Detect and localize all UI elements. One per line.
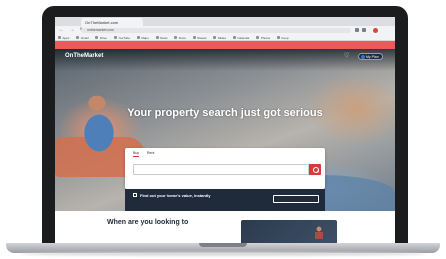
tab-buy[interactable]: Buy xyxy=(133,151,140,157)
section-heading: When are you looking to xyxy=(107,219,189,226)
valuation-panel: Find out your home's value, instantly xyxy=(125,189,325,211)
bookmark-item[interactable]: Sheets xyxy=(193,36,206,40)
laptop-shadow xyxy=(20,252,426,256)
promo-person-image xyxy=(315,226,323,239)
bookmark-item[interactable]: Docs xyxy=(174,36,186,40)
extension-icon[interactable] xyxy=(362,28,366,32)
browser-toolbar: ← → ↻ onthemarket.com xyxy=(55,26,395,34)
below-fold-section: When are you looking to xyxy=(55,211,395,243)
browser-tabstrip: OnTheMarket.com xyxy=(55,17,395,33)
bookmark-item[interactable]: Maps xyxy=(137,36,148,40)
browser-tab[interactable]: OnTheMarket.com xyxy=(81,18,143,26)
bookmark-item[interactable]: Slides xyxy=(213,36,226,40)
bookmark-item[interactable]: Photos xyxy=(256,36,270,40)
location-search-input[interactable] xyxy=(133,164,309,175)
promo-image xyxy=(241,220,337,243)
bookmark-item[interactable]: News xyxy=(156,36,168,40)
bookmarks-bar: Apps Gmail Drive YouTube Maps News Docs … xyxy=(55,34,395,41)
extension-icon[interactable] xyxy=(355,28,359,32)
bookmark-item[interactable]: YouTube xyxy=(114,36,130,40)
bookmark-item[interactable]: Keep xyxy=(277,36,289,40)
hero-headline: Your property search just got serious xyxy=(127,107,323,119)
hero-section: OnTheMarket ♡ My Plan Your property sear… xyxy=(55,49,395,211)
account-button[interactable]: My Plan xyxy=(358,52,383,60)
bookmark-item[interactable]: Calendar xyxy=(233,36,249,40)
heart-icon[interactable]: ♡ xyxy=(344,52,349,59)
laptop-screen: OnTheMarket.com ← → ↻ onthemarket.com Ap… xyxy=(55,17,395,243)
site-nav: OnTheMarket ♡ My Plan xyxy=(55,49,395,63)
bookmark-item[interactable]: Drive xyxy=(95,36,107,40)
tab-rent[interactable]: Rent xyxy=(147,151,154,155)
promo-banner[interactable] xyxy=(55,41,395,49)
address-bar[interactable]: onthemarket.com xyxy=(81,27,351,33)
site-logo[interactable]: OnTheMarket xyxy=(65,53,103,59)
instant-valuation-button[interactable] xyxy=(273,195,319,203)
hero-person-image xyxy=(73,89,125,153)
profile-avatar-icon[interactable] xyxy=(373,27,378,33)
section-heading-continued xyxy=(107,228,177,236)
search-button[interactable] xyxy=(309,164,321,175)
valuation-title: Find out your home's value, instantly xyxy=(140,192,211,198)
search-card: Buy Rent xyxy=(125,148,325,189)
bookmark-item[interactable]: Gmail xyxy=(76,36,89,40)
checkbox-icon xyxy=(133,193,137,197)
bookmark-item[interactable]: Apps xyxy=(58,36,70,40)
laptop-notch xyxy=(199,243,247,247)
